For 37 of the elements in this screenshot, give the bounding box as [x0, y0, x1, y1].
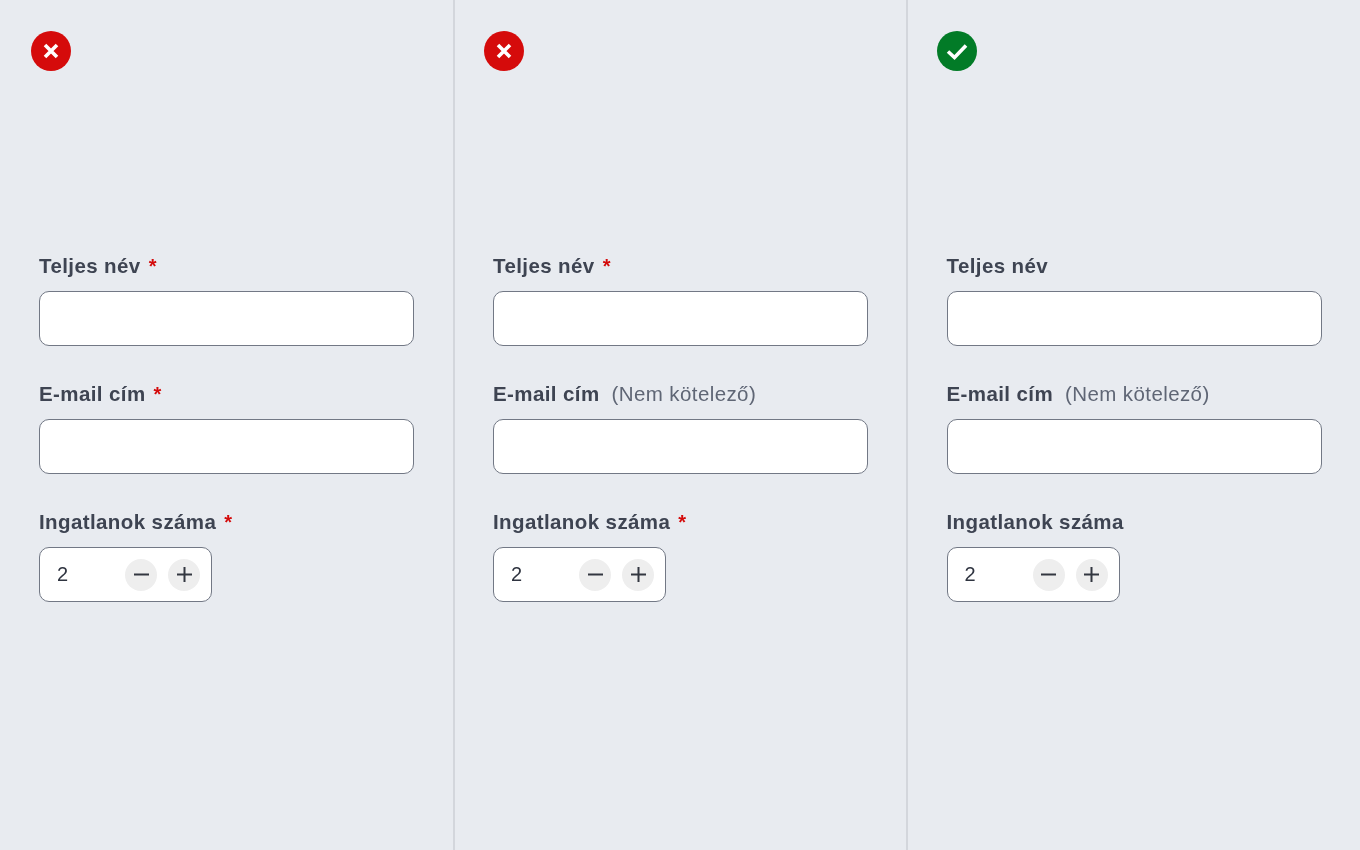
- text-input[interactable]: [39, 291, 414, 346]
- required-mark: *: [153, 382, 162, 406]
- increment-button[interactable]: [168, 558, 200, 591]
- plus-icon: [176, 567, 192, 582]
- x-circle-icon: [31, 31, 71, 71]
- field-label: Ingatlanok száma: [493, 510, 671, 534]
- text-input[interactable]: [493, 419, 868, 474]
- check-circle-icon: [937, 31, 977, 71]
- text-input[interactable]: [39, 419, 414, 474]
- field-label: Teljes név: [946, 254, 1049, 278]
- decrement-button[interactable]: [579, 558, 611, 591]
- required-mark: *: [148, 254, 157, 278]
- number-input[interactable]: 2: [964, 563, 1022, 586]
- field-label: Ingatlanok száma: [946, 510, 1124, 534]
- text-input[interactable]: [946, 291, 1322, 346]
- optional-note: (Nem kötelező): [1065, 382, 1210, 406]
- decrement-button[interactable]: [1032, 558, 1065, 591]
- number-input[interactable]: 2: [57, 563, 114, 586]
- number-input[interactable]: 2: [511, 563, 568, 586]
- optional-note: (Nem kötelező): [611, 382, 757, 406]
- field-label: Teljes név: [39, 254, 141, 278]
- text-input[interactable]: [946, 419, 1322, 474]
- field-label: Teljes név: [493, 254, 595, 278]
- field-label: E-mail cím: [39, 382, 146, 406]
- increment-button[interactable]: [1075, 558, 1108, 591]
- increment-button[interactable]: [622, 558, 654, 591]
- field-label: Ingatlanok száma: [39, 510, 217, 534]
- decrement-button[interactable]: [125, 558, 157, 591]
- required-mark: *: [602, 254, 611, 278]
- x-circle-icon: [484, 31, 524, 71]
- required-mark: *: [678, 510, 687, 534]
- field-label: E-mail cím: [946, 382, 1054, 406]
- field-label: E-mail cím: [493, 382, 600, 406]
- text-input[interactable]: [493, 291, 868, 346]
- plus-icon: [1084, 567, 1099, 582]
- plus-icon: [630, 567, 646, 582]
- required-mark: *: [224, 510, 233, 534]
